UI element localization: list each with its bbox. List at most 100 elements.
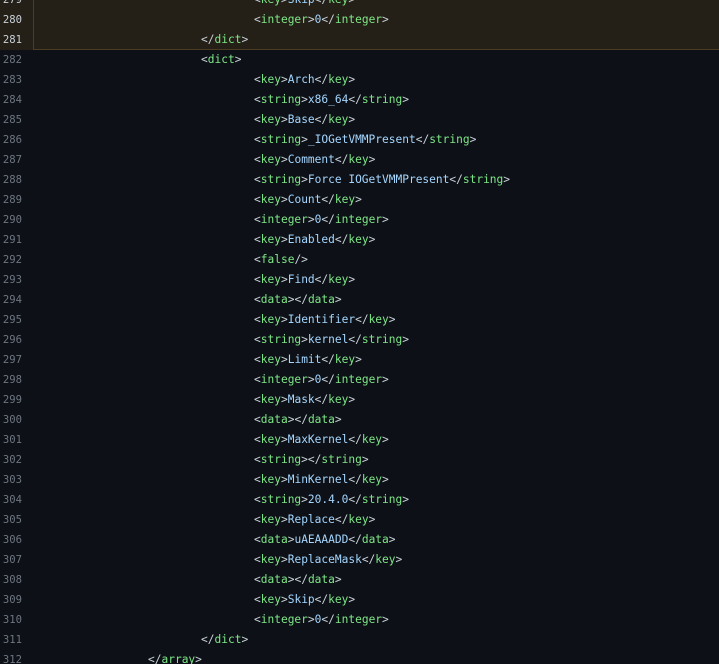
- code-line[interactable]: 288 <string>Force IOGetVMMPresent</string…: [0, 170, 719, 190]
- line-content[interactable]: <key>Count</key>: [33, 190, 719, 210]
- tag-bracket: >: [348, 0, 355, 6]
- line-content[interactable]: <key>Skip</key>: [33, 590, 719, 610]
- code-line[interactable]: 303 <key>MinKernel</key>: [0, 470, 719, 490]
- line-content[interactable]: <key>Replace</key>: [33, 510, 719, 530]
- tag-bracket: <: [254, 73, 261, 86]
- code-editor[interactable]: 279<key>Skip</key>280<integer>0</integer…: [0, 0, 719, 664]
- line-number: 287: [2, 154, 22, 166]
- line-content[interactable]: <key>MaxKernel</key>: [33, 430, 719, 450]
- line-content[interactable]: </dict>: [33, 630, 719, 650]
- tag-value: Arch: [287, 73, 315, 86]
- code-line[interactable]: 305 <key>Replace</key>: [0, 510, 719, 530]
- line-content[interactable]: </array>: [33, 650, 719, 664]
- tag-bracket: >: [348, 73, 356, 86]
- code-lines[interactable]: 279<key>Skip</key>280<integer>0</integer…: [0, 0, 719, 664]
- code-line[interactable]: 299 <key>Mask</key>: [0, 390, 719, 410]
- code-line[interactable]: 309 <key>Skip</key>: [0, 590, 719, 610]
- line-content[interactable]: <integer>0</integer>: [33, 370, 719, 390]
- code-line[interactable]: 282 <dict>: [0, 50, 719, 70]
- tag-bracket: </: [348, 433, 362, 446]
- code-line[interactable]: 289 <key>Count</key>: [0, 190, 719, 210]
- code-line[interactable]: 310 <integer>0</integer>: [0, 610, 719, 630]
- line-content[interactable]: <string>_IOGetVMMPresent</string>: [33, 130, 719, 150]
- line-content[interactable]: <data></data>: [33, 290, 719, 310]
- line-content[interactable]: <key>MinKernel</key>: [33, 470, 719, 490]
- tag-value: 20.4.0: [307, 493, 349, 506]
- line-content[interactable]: </dict>: [33, 30, 719, 50]
- code-line[interactable]: 285 <key>Base</key>: [0, 110, 719, 130]
- line-content[interactable]: <key>Enabled</key>: [33, 230, 719, 250]
- line-content[interactable]: <data></data>: [33, 410, 719, 430]
- tag-bracket: >: [361, 453, 369, 466]
- line-content[interactable]: <string>Force IOGetVMMPresent</string>: [33, 170, 719, 190]
- code-text: <key>Find</key>: [254, 270, 355, 290]
- tag-bracket: >: [382, 213, 389, 226]
- tag-bracket: >: [382, 613, 389, 626]
- line-content[interactable]: <string>x86_64</string>: [33, 90, 719, 110]
- line-content[interactable]: <data>uAEAAADD</data>: [33, 530, 719, 550]
- code-line[interactable]: 290 <integer>0</integer>: [0, 210, 719, 230]
- line-number: 307: [2, 554, 22, 566]
- code-line[interactable]: 295 <key>Identifier</key>: [0, 310, 719, 330]
- code-line[interactable]: 300 <data></data>: [0, 410, 719, 430]
- code-text: <data>uAEAAADD</data>: [254, 530, 396, 550]
- line-number: 288: [2, 174, 22, 186]
- code-line[interactable]: 306 <data>uAEAAADD</data>: [0, 530, 719, 550]
- line-content[interactable]: <integer>0</integer>: [33, 10, 719, 30]
- code-line[interactable]: 311 </dict>: [0, 630, 719, 650]
- line-content[interactable]: <data></data>: [33, 570, 719, 590]
- code-line[interactable]: 281 </dict>: [0, 30, 719, 50]
- line-content[interactable]: <key>Mask</key>: [33, 390, 719, 410]
- tag-bracket: </: [201, 633, 215, 646]
- line-content[interactable]: <key>Base</key>: [33, 110, 719, 130]
- tag-bracket: <: [254, 253, 261, 266]
- line-content[interactable]: <key>ReplaceMask</key>: [33, 550, 719, 570]
- line-number: 289: [2, 194, 22, 206]
- tag-bracket: </: [334, 233, 349, 246]
- code-line[interactable]: 283 <key>Arch</key>: [0, 70, 719, 90]
- tag-bracket: </: [334, 153, 349, 166]
- tag-bracket: </: [321, 213, 335, 226]
- line-content[interactable]: <dict>: [33, 50, 719, 70]
- line-content[interactable]: <integer>0</integer>: [33, 210, 719, 230]
- line-number: 303: [2, 474, 22, 486]
- code-line[interactable]: 291 <key>Enabled</key>: [0, 230, 719, 250]
- code-line[interactable]: 279<key>Skip</key>: [0, 0, 719, 10]
- code-line[interactable]: 280 <integer>0</integer>: [0, 10, 719, 30]
- code-line[interactable]: 308 <data></data>: [0, 570, 719, 590]
- code-line[interactable]: 298 <integer>0</integer>: [0, 370, 719, 390]
- code-line[interactable]: 301 <key>MaxKernel</key>: [0, 430, 719, 450]
- code-line[interactable]: 292 <false/>: [0, 250, 719, 270]
- line-content[interactable]: <integer>0</integer>: [33, 610, 719, 630]
- code-line[interactable]: 284 <string>x86_64</string>: [0, 90, 719, 110]
- code-line[interactable]: 287 <key>Comment</key>: [0, 150, 719, 170]
- code-line[interactable]: 297 <key>Limit</key>: [0, 350, 719, 370]
- code-line[interactable]: 304 <string>20.4.0</string>: [0, 490, 719, 510]
- line-content[interactable]: <key>Arch</key>: [33, 70, 719, 90]
- line-number: 311: [2, 634, 22, 646]
- tag-bracket: </: [307, 453, 322, 466]
- code-line[interactable]: 293 <key>Find</key>: [0, 270, 719, 290]
- tag-bracket: >: [469, 133, 477, 146]
- tag-name: data: [260, 573, 288, 586]
- tag-bracket: >: [280, 393, 288, 406]
- code-line[interactable]: 312 </array>: [0, 650, 719, 664]
- line-content[interactable]: <string>kernel</string>: [33, 330, 719, 350]
- code-line[interactable]: 302 <string></string>: [0, 450, 719, 470]
- line-content[interactable]: <key>Find</key>: [33, 270, 719, 290]
- line-content[interactable]: <key>Comment</key>: [33, 150, 719, 170]
- line-content[interactable]: <key>Skip</key>: [33, 0, 719, 10]
- tag-bracket: >: [280, 233, 288, 246]
- line-content[interactable]: <false/>: [33, 250, 719, 270]
- code-line[interactable]: 296 <string>kernel</string>: [0, 330, 719, 350]
- line-content[interactable]: <string>20.4.0</string>: [33, 490, 719, 510]
- line-content[interactable]: <key>Limit</key>: [33, 350, 719, 370]
- tag-name: data: [307, 413, 335, 426]
- line-content[interactable]: <key>Identifier</key>: [33, 310, 719, 330]
- line-content[interactable]: <string></string>: [33, 450, 719, 470]
- code-text: </dict>: [201, 30, 248, 50]
- code-line[interactable]: 294 <data></data>: [0, 290, 719, 310]
- tag-bracket: >: [280, 273, 288, 286]
- code-line[interactable]: 307 <key>ReplaceMask</key>: [0, 550, 719, 570]
- code-line[interactable]: 286 <string>_IOGetVMMPresent</string>: [0, 130, 719, 150]
